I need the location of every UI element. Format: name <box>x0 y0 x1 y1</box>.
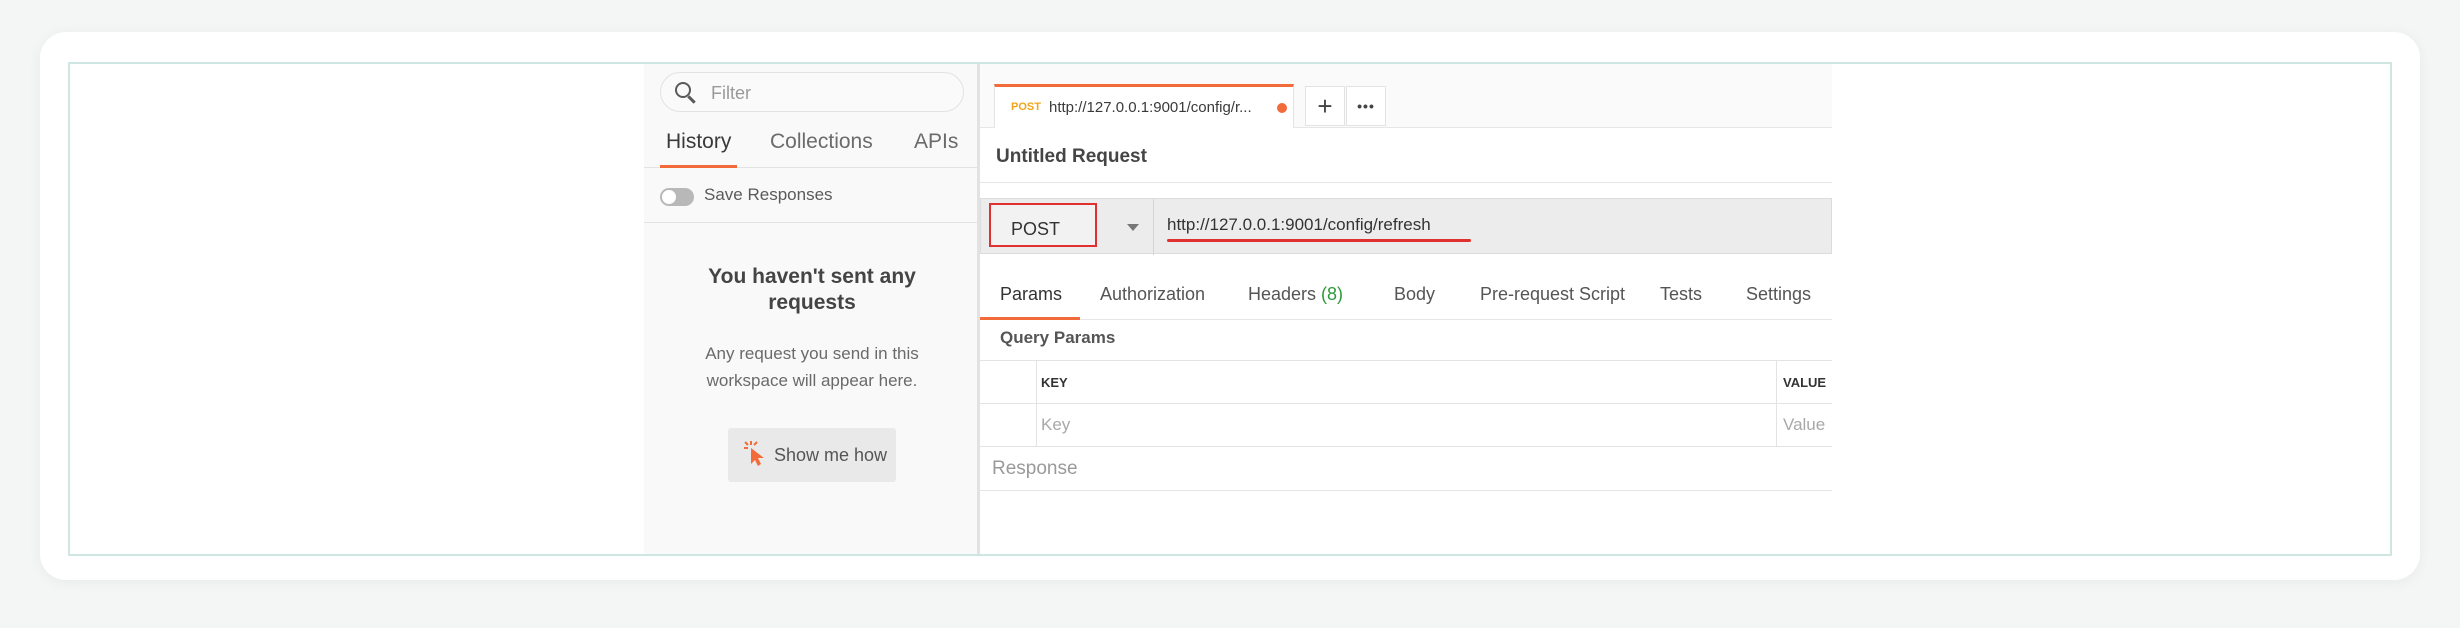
tab-history[interactable]: History <box>659 130 738 168</box>
chevron-down-icon[interactable] <box>1127 224 1139 231</box>
show-me-how-label: Show me how <box>774 445 888 465</box>
param-tabs: Params Authorization Headers (8) Body Pr… <box>980 272 1832 320</box>
tab-params[interactable]: Params <box>1000 284 1062 305</box>
cursor-click-icon <box>744 441 764 466</box>
sidebar-tabs: History Collections APIs <box>644 124 980 168</box>
tab-apis[interactable]: APIs <box>914 130 958 168</box>
more-tabs-button[interactable]: ••• <box>1346 86 1386 126</box>
response-label: Response <box>992 458 1078 479</box>
divider <box>980 182 1832 183</box>
key-input[interactable]: Key <box>1036 404 1776 447</box>
save-responses-label: Save Responses <box>704 185 833 204</box>
sidebar: Filter History Collections APIs Save Res… <box>644 64 980 554</box>
table-header-row: KEY VALUE <box>980 361 1832 404</box>
add-tab-button[interactable]: + <box>1305 86 1345 126</box>
url-bar: POST http://127.0.0.1:9001/config/refres… <box>980 198 1832 255</box>
query-params-title: Query Params <box>1000 328 1116 347</box>
show-me-how-button[interactable]: Show me how <box>728 428 896 482</box>
request-tab-method: POST <box>1011 101 1041 113</box>
tab-tests[interactable]: Tests <box>1660 284 1702 305</box>
tab-body[interactable]: Body <box>1394 284 1435 305</box>
value-column-header: VALUE <box>1776 361 1832 404</box>
value-input[interactable]: Value <box>1776 404 1832 447</box>
tab-pre-request-script[interactable]: Pre-request Script <box>1480 284 1625 305</box>
tab-headers-label: Headers <box>1248 284 1322 304</box>
filter-input[interactable]: Filter <box>660 72 964 112</box>
request-panel: POST http://127.0.0.1:9001/config/r... +… <box>980 64 1832 554</box>
active-tab-underline <box>980 317 1080 320</box>
unsaved-dot-icon <box>1277 103 1287 113</box>
key-column-header: KEY <box>1036 361 1776 404</box>
url-input[interactable]: http://127.0.0.1:9001/config/refresh <box>1167 215 1431 235</box>
request-tab-bar: POST http://127.0.0.1:9001/config/r... +… <box>980 64 1832 128</box>
request-title[interactable]: Untitled Request <box>996 146 1147 168</box>
table-row: Key Value <box>980 404 1832 447</box>
tab-collections[interactable]: Collections <box>770 130 873 168</box>
query-params-table: KEY VALUE Key Value <box>980 360 1832 447</box>
save-responses-toggle[interactable] <box>660 188 694 206</box>
divider <box>644 222 980 223</box>
request-tab-url: http://127.0.0.1:9001/config/r... <box>1049 99 1252 116</box>
divider <box>980 490 1832 491</box>
request-tab[interactable]: POST http://127.0.0.1:9001/config/r... <box>994 84 1294 128</box>
app-frame: Filter History Collections APIs Save Res… <box>68 62 2392 556</box>
empty-state-title: You haven't sent any requests <box>708 265 916 314</box>
filter-placeholder: Filter <box>711 83 751 103</box>
search-icon <box>675 82 691 98</box>
headers-count-badge: (8) <box>1321 284 1344 304</box>
tab-headers[interactable]: Headers (8) <box>1248 284 1343 305</box>
divider <box>1153 199 1154 255</box>
method-select[interactable]: POST <box>989 203 1097 247</box>
tab-authorization[interactable]: Authorization <box>1100 284 1205 305</box>
url-underline-highlight <box>1167 239 1471 242</box>
empty-state-description: Any request you send in this workspace w… <box>705 344 919 390</box>
tab-settings[interactable]: Settings <box>1746 284 1811 305</box>
